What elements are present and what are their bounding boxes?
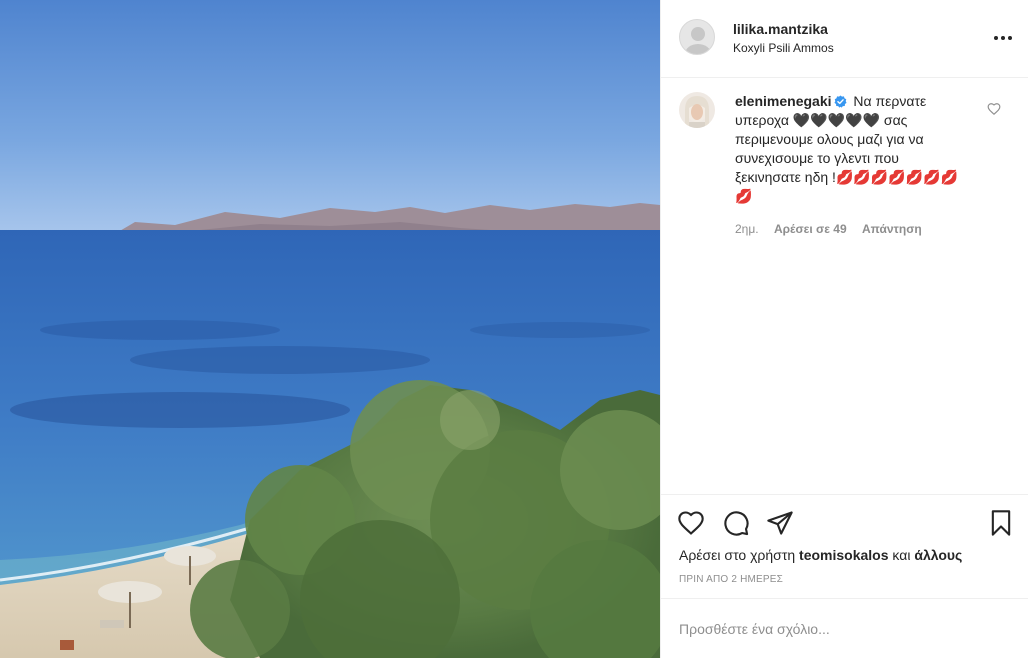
post-actions: Αρέσει στο χρήστη teomisokalos και άλλου…: [661, 494, 1028, 598]
comment-body: elenimenegaki Να περνατε υπεροχα 🖤🖤🖤🖤🖤 σ…: [735, 92, 965, 206]
commenter-username[interactable]: elenimenegaki: [735, 93, 832, 109]
likes-prefix: Αρέσει στο χρήστη: [679, 547, 796, 563]
beach-photo: [0, 0, 660, 658]
bookmark-icon[interactable]: [987, 509, 1015, 537]
dot: [1008, 36, 1012, 40]
comment-text: Να περνατε υπεροχα 🖤🖤🖤🖤🖤 σας περιμενουμε…: [735, 93, 958, 204]
liker-username[interactable]: teomisokalos: [799, 547, 888, 563]
verified-badge-icon: [833, 95, 847, 108]
post-timestamp[interactable]: ΠΡΙΝ ΑΠΟ 2 ΗΜΕΡΕΣ: [679, 574, 783, 585]
post-header: lilika.mantzika Koxyli Psili Ammos: [661, 0, 1028, 78]
likes-summary: Αρέσει στο χρήστη teomisokalos και άλλου…: [679, 547, 962, 563]
dot: [994, 36, 998, 40]
author-avatar[interactable]: [679, 19, 715, 55]
heart-icon[interactable]: [677, 509, 705, 537]
comment-meta: 2ημ. Αρέσει σε 49 Απάντηση: [735, 222, 934, 236]
likes-connector: και: [892, 547, 911, 563]
default-avatar-icon: [685, 27, 711, 54]
dot: [1001, 36, 1005, 40]
add-comment-bar: [661, 598, 1028, 658]
author-username[interactable]: lilika.mantzika: [733, 21, 828, 37]
more-options-icon[interactable]: [991, 28, 1015, 48]
likes-others-link[interactable]: άλλους: [914, 547, 962, 563]
commenter-avatar[interactable]: [679, 92, 715, 128]
post-image[interactable]: [0, 0, 660, 658]
commenter-photo: [679, 92, 715, 128]
comment-time[interactable]: 2ημ.: [735, 222, 759, 236]
comment-input[interactable]: [679, 617, 999, 641]
share-icon[interactable]: [766, 509, 794, 537]
comment-icon[interactable]: [722, 509, 750, 537]
reply-button[interactable]: Απάντηση: [862, 222, 922, 236]
comment-likes[interactable]: Αρέσει σε 49: [774, 222, 847, 236]
comment-heart-icon[interactable]: [987, 102, 1001, 116]
post-location[interactable]: Koxyli Psili Ammos: [733, 41, 834, 55]
post-sidebar: lilika.mantzika Koxyli Psili Ammos eleni…: [660, 0, 1028, 658]
